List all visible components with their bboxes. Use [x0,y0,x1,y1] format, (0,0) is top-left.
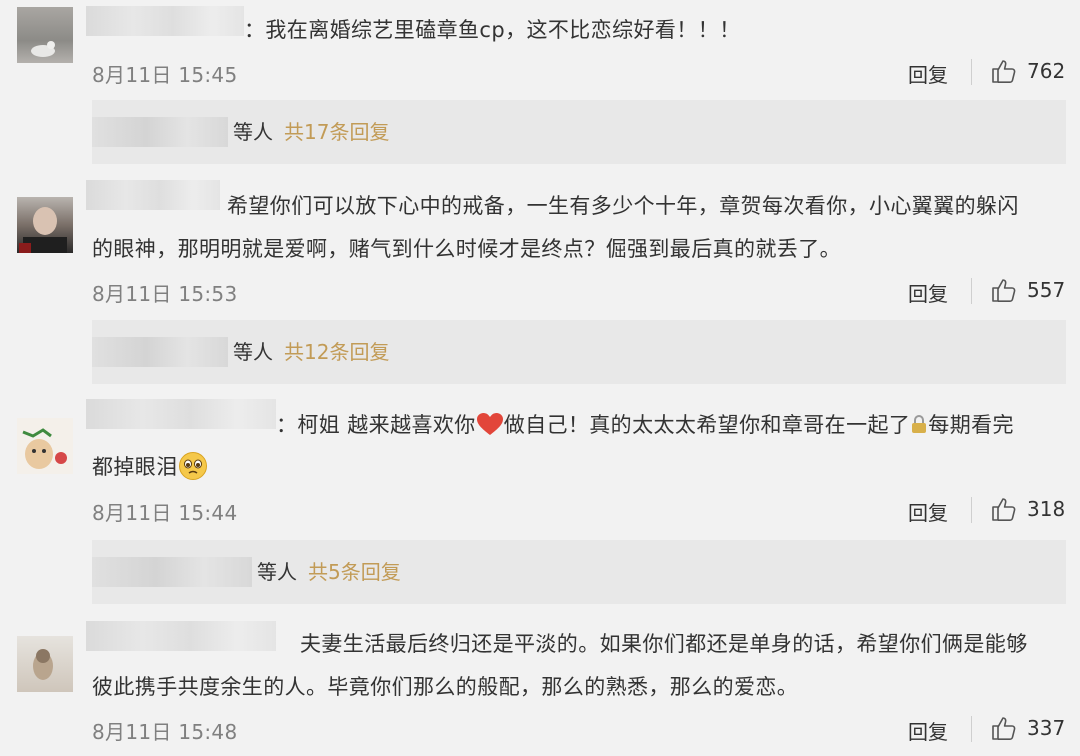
reply-usernames-blurred [92,557,252,587]
thumbs-up-icon[interactable] [991,58,1017,84]
comment-text-line-2-text: 都掉眼泪 [92,455,178,479]
heart-emoji [476,413,503,435]
comment-text-part-3: 每期看完 [928,413,1014,437]
reply-deng-label: 等人 [233,340,273,364]
reply-button[interactable]: 回复 [908,497,948,526]
reply-deng-label: 等人 [233,120,273,144]
reply-count-link[interactable]: 共12条回复 [284,336,389,365]
teary-face-emoji [178,452,207,480]
avatar[interactable] [17,197,73,253]
reply-thread-box[interactable]: 等人 共5条回复 [92,540,1066,604]
comment-time: 8月11日 15:48 [92,720,238,744]
reply-button[interactable]: 回复 [908,59,948,88]
avatar-image [31,41,55,57]
divider [971,278,972,304]
comment-time: 8月11日 15:44 [92,501,238,525]
like-count: 557 [1027,278,1066,302]
username-blurred[interactable] [86,6,244,36]
username-blurred[interactable] [86,399,276,429]
thumbs-up-icon[interactable] [991,277,1017,303]
username-blurred[interactable] [86,621,276,651]
comment-text-line-2: 的眼神，那明明就是爱啊，赌气到什么时候才是终点？倔强到最后真的就丢了。 [92,237,841,261]
reply-thread-box[interactable]: 等人 共17条回复 [92,100,1066,164]
like-count: 337 [1027,716,1066,740]
comment-text-part-1: ：柯姐 越来越喜欢你 [276,413,476,437]
lock-emoji [912,415,927,433]
username-blurred[interactable] [86,180,220,210]
divider [971,497,972,523]
reply-button[interactable]: 回复 [908,716,948,745]
avatar[interactable] [17,418,73,474]
avatar[interactable] [17,7,73,63]
divider [971,716,972,742]
like-count: 318 [1027,497,1066,521]
comment-text: ：我在离婚综艺里磕章鱼cp，这不比恋综好看！！！ [244,18,741,42]
reply-usernames-blurred [92,337,228,367]
comment-text-line-2: 彼此携手共度余生的人。毕竟你们那么的般配，那么的熟悉，那么的爱恋。 [92,675,799,699]
reply-button[interactable]: 回复 [908,278,948,307]
reply-thread-box[interactable]: 等人 共12条回复 [92,320,1066,384]
reply-usernames-blurred [92,117,228,147]
reply-count-link[interactable]: 共5条回复 [308,556,401,585]
comment-text-line-1: 夫妻生活最后终归还是平淡的。如果你们都还是单身的话，希望你们俩是能够 [300,632,1028,656]
comment-text-line-1: ：柯姐 越来越喜欢你 做自己！真的太太太希望你和章哥在一起了 每期看完 [276,405,1014,445]
divider [971,59,972,85]
comment-text-line-1: 希望你们可以放下心中的戒备，一生有多少个十年，章贺每次看你，小心翼翼的躲闪 [227,194,1019,218]
thumbs-up-icon[interactable] [991,496,1017,522]
comment-text-part-2: 做自己！真的太太太希望你和章哥在一起了 [503,413,911,437]
comment-time: 8月11日 15:45 [92,63,238,87]
comment-1: ：我在离婚综艺里磕章鱼cp，这不比恋综好看！！！ 8月11日 15:45 回复 … [0,0,1080,170]
thumbs-up-icon[interactable] [991,715,1017,741]
avatar-image [19,207,67,253]
comment-time: 8月11日 15:53 [92,282,238,306]
avatar-image [33,649,53,680]
reply-count-link[interactable]: 共17条回复 [284,116,389,145]
avatar[interactable] [17,636,73,692]
like-count: 762 [1027,59,1066,83]
comment-text-line-2: 都掉眼泪 [92,447,208,487]
reply-deng-label: 等人 [257,560,297,584]
avatar-image [22,428,67,469]
